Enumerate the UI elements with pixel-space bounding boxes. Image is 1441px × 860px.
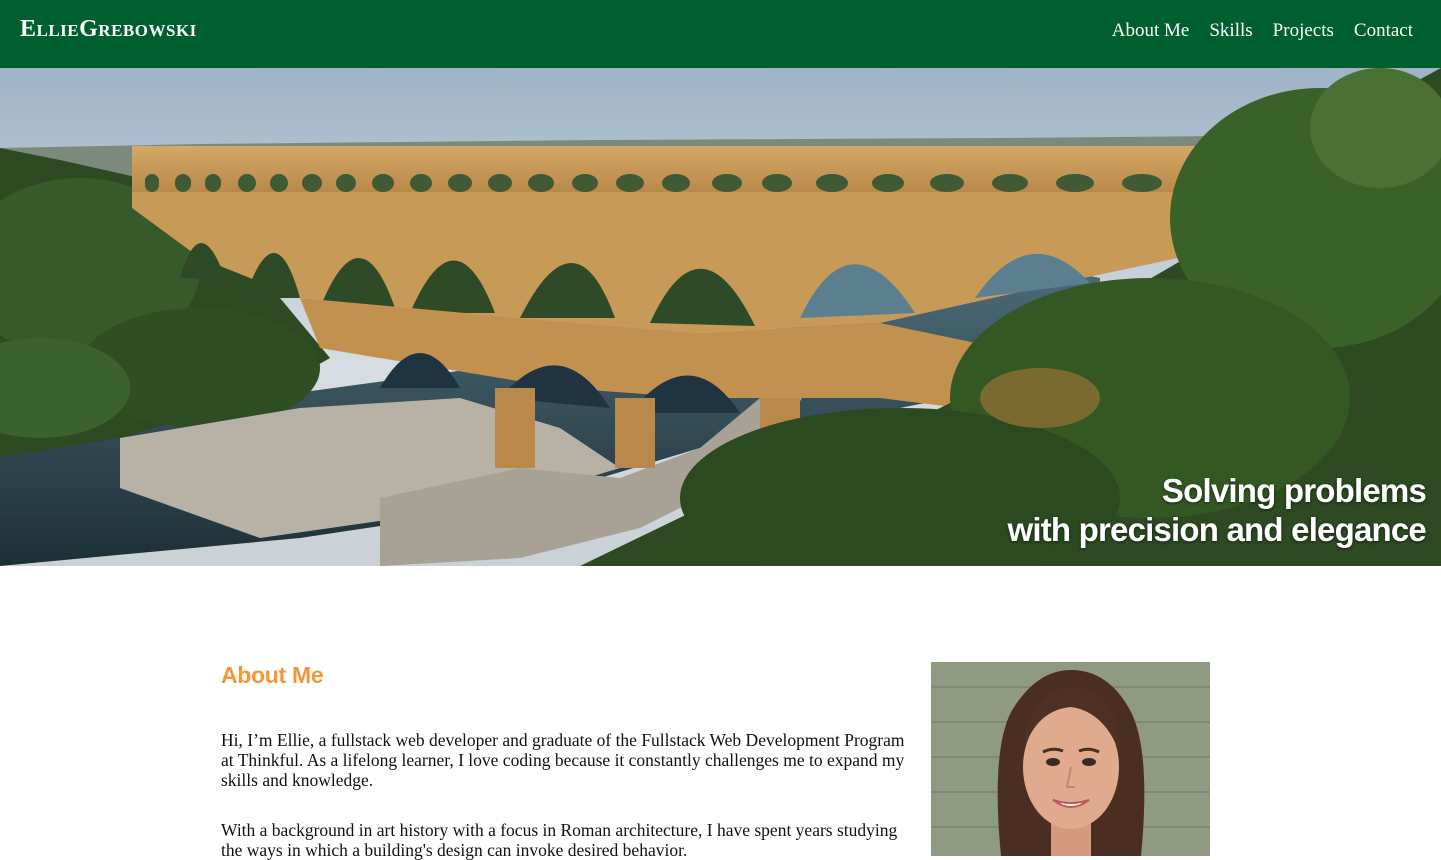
nav-link-skills[interactable]: Skills <box>1209 20 1252 42</box>
hero-tagline-line1: Solving problems <box>1161 472 1427 509</box>
nav-link-about-me[interactable]: About Me <box>1112 20 1190 42</box>
about-heading: About Me <box>221 662 324 688</box>
hero-banner: Solving problems with precision and eleg… <box>0 68 1441 566</box>
top-navbar: EllieGrebowski About Me Skills Projects … <box>0 0 1441 68</box>
profile-photo <box>931 662 1210 856</box>
site-logo[interactable]: EllieGrebowski <box>20 16 197 43</box>
about-paragraph-2: With a background in art history with a … <box>221 820 898 860</box>
about-paragraph-1: Hi, I’m Ellie, a fullstack web developer… <box>221 730 905 790</box>
main-nav: About Me Skills Projects Contact <box>1112 20 1413 42</box>
hero-tagline: Solving problems with precision and eleg… <box>1007 471 1426 549</box>
portrait-image <box>931 662 1210 856</box>
hero-tagline-line2: with precision and elegance <box>1007 511 1426 548</box>
nav-link-contact[interactable]: Contact <box>1354 20 1413 42</box>
nav-link-projects[interactable]: Projects <box>1273 20 1334 42</box>
